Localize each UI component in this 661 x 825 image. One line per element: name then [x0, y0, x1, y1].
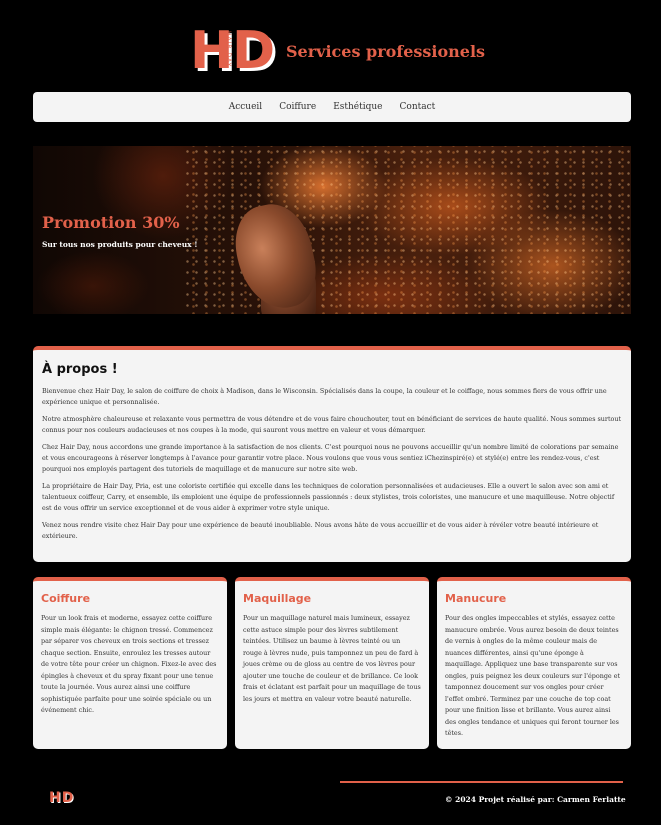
promo-subtitle: Sur tous nos produits pour cheveux !: [42, 240, 198, 249]
nav-link-esthetique[interactable]: Esthétique: [333, 102, 382, 112]
main-navbar: Accueil Coiffure Esthétique Contact: [33, 92, 631, 122]
site-title: Services professionels: [286, 42, 486, 61]
about-section: À propos ! Bienvenue chez Hair Day, le s…: [33, 346, 631, 562]
promo-title: Promotion 30%: [42, 213, 180, 232]
service-description: Pour un maquillage naturel mais lumineux…: [243, 614, 421, 703]
service-card-coiffure: Coiffure Pour un look frais et moderne, …: [33, 577, 227, 749]
nav-link-accueil[interactable]: Accueil: [229, 102, 262, 112]
hair-day-logo[interactable]: H HAIR DAY D: [190, 21, 276, 81]
service-title: Manucure: [445, 592, 507, 605]
service-description: Pour un look frais et moderne, essayez c…: [41, 614, 217, 714]
logo-letter-d: D: [232, 21, 276, 81]
logo-vertical-text: HAIR DAY: [225, 31, 232, 68]
promo-banner: Promotion 30% Sur tous nos produits pour…: [33, 146, 631, 314]
footer-divider: [340, 781, 623, 783]
service-title: Maquillage: [243, 592, 312, 605]
about-paragraph: Chez Hair Day, nous accordons une grande…: [42, 443, 619, 473]
nav-link-coiffure[interactable]: Coiffure: [279, 102, 316, 112]
about-paragraph: Notre atmosphère chaleureuse et relaxant…: [42, 415, 622, 434]
about-paragraph: Venez nous rendre visite chez Hair Day p…: [42, 521, 599, 540]
site-header: H HAIR DAY D Services professionels: [0, 18, 661, 82]
service-card-manucure: Manucure Pour des ongles impeccables et …: [437, 577, 631, 749]
about-paragraph: Bienvenue chez Hair Day, le salon de coi…: [42, 387, 607, 406]
about-paragraph: La propriétaire de Hair Day, Pria, est u…: [42, 482, 615, 512]
service-card-maquillage: Maquillage Pour un maquillage naturel ma…: [235, 577, 429, 749]
service-title: Coiffure: [41, 592, 91, 605]
footer-copyright: © 2024 Projet réalisé par: Carmen Ferlat…: [445, 795, 626, 804]
about-heading: À propos !: [42, 362, 118, 377]
footer-logo[interactable]: HD: [49, 790, 74, 806]
nav-link-contact[interactable]: Contact: [400, 102, 436, 112]
service-description: Pour des ongles impeccables et stylés, e…: [445, 614, 621, 737]
